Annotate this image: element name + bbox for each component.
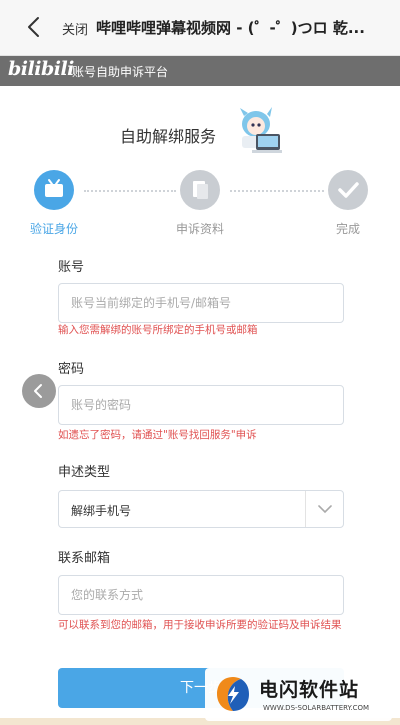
tv-icon [45, 179, 63, 197]
mascot-illustration [232, 104, 286, 158]
step-2-appeal-info [180, 170, 220, 210]
complaint-type-value: 解绑手机号 [71, 504, 132, 518]
lightning-logo-icon [217, 677, 249, 711]
password-label: 密码 [58, 362, 85, 377]
brand-bar: bilibili 账号自助申诉平台 [0, 56, 400, 86]
back-arrow-icon[interactable] [22, 14, 48, 40]
checkmark-icon [338, 182, 359, 198]
password-input[interactable] [58, 385, 344, 425]
bilibili-logo: bilibili [8, 58, 74, 80]
platform-name: 账号自助申诉平台 [72, 65, 169, 79]
step-label-done: 完成 [335, 222, 360, 236]
step-label-appeal: 申诉资料 [175, 222, 224, 236]
step-1-verify-identity [34, 170, 74, 210]
close-button[interactable]: 关闭 [62, 19, 88, 38]
email-hint: 可以联系到您的邮箱，用于接收申诉所要的验证码及申诉结果 [58, 619, 342, 631]
account-hint: 输入您需解绑的账号所绑定的手机号或邮箱 [58, 324, 258, 336]
document-icon [193, 181, 208, 199]
chevron-left-icon [34, 384, 42, 398]
account-label: 账号 [58, 260, 85, 275]
page-title: 哔哩哔哩弹幕视频网 - (゜-゜)つロ 乾... [96, 19, 365, 37]
step-label-verify: 验证身份 [29, 222, 78, 236]
step-connector [230, 190, 324, 192]
watermark-site-url: WWW.DS-SOLARBATTERY.COM [263, 704, 370, 712]
side-back-button[interactable] [22, 374, 56, 408]
email-input[interactable] [58, 575, 344, 615]
step-3-complete [328, 170, 368, 210]
step-connector [84, 190, 176, 192]
site-watermark: 电闪软件站 WWW.DS-SOLARBATTERY.COM [205, 668, 392, 721]
browser-top-bar: 关闭 哔哩哔哩弹幕视频网 - (゜-゜)つロ 乾... [0, 0, 400, 56]
complaint-type-label: 申述类型 [58, 465, 111, 480]
watermark-site-name: 电闪软件站 [259, 679, 360, 701]
password-hint: 如遗忘了密码，请通过"账号找回服务"申诉 [58, 429, 257, 441]
chevron-down-icon [305, 491, 343, 527]
account-input[interactable] [58, 283, 344, 323]
complaint-type-select[interactable]: 解绑手机号 [58, 490, 344, 528]
form-title: 自助解绑服务 [120, 127, 217, 146]
email-label: 联系邮箱 [58, 551, 111, 566]
